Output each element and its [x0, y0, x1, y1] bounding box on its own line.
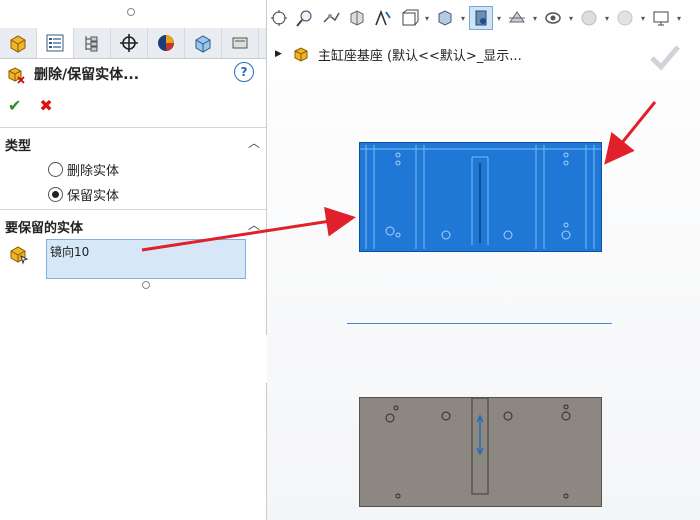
configuration-manager-icon[interactable]: [74, 28, 111, 58]
radio-keep-bodies[interactable]: 保留实体: [48, 185, 119, 204]
dropdown-arrow-icon[interactable]: ▾: [603, 14, 611, 23]
expand-arrow-icon[interactable]: ▶: [275, 49, 282, 59]
property-manager-panel: 删除/保留实体... ? ✔ ✖ 类型 ︿ 删除实体 保留实体 要保留的实体 ︿…: [0, 0, 267, 520]
dropdown-arrow-icon[interactable]: ▾: [675, 14, 683, 23]
dimxpert-icon[interactable]: [111, 28, 148, 58]
display-style-icon[interactable]: [433, 6, 457, 30]
manager-tabs: [0, 28, 266, 59]
collapse-keep-group-icon[interactable]: ︿: [248, 216, 260, 233]
dropdown-arrow-icon[interactable]: ▾: [423, 14, 431, 23]
ok-button[interactable]: ✔: [8, 96, 21, 115]
action-buttons: ✔ ✖: [8, 96, 53, 115]
monitor-icon[interactable]: [649, 6, 673, 30]
radio-label: 删除实体: [67, 164, 120, 179]
panel-title: 删除/保留实体...: [34, 67, 140, 83]
dropdown-arrow-icon[interactable]: ▾: [531, 14, 539, 23]
graphics-area[interactable]: ▾ ▾ ▾ ▾ ▾ ▾ ▾ ▾ ▶ 主缸座基座 (默认<<默认>_显示...: [267, 0, 700, 520]
type-group-title: 类型: [5, 139, 32, 154]
edit-appearance-icon[interactable]: [505, 6, 529, 30]
solid-body-icon: [10, 246, 29, 265]
dropdown-arrow-icon[interactable]: ▾: [567, 14, 575, 23]
dynamic-annotation-icon[interactable]: [371, 6, 395, 30]
dropdown-arrow-icon[interactable]: ▾: [639, 14, 647, 23]
bodies-to-keep-list[interactable]: 镜向10: [46, 239, 246, 279]
part-name: 主缸座基座 (默认<<默认>_显示...: [317, 48, 522, 64]
splitter-grip[interactable]: [127, 8, 135, 16]
part-icon: [294, 47, 308, 62]
hide-show-items-icon[interactable]: [469, 6, 493, 30]
property-manager-icon[interactable]: [37, 28, 74, 58]
zoom-area-icon[interactable]: [293, 6, 317, 30]
help-button[interactable]: ?: [234, 62, 254, 82]
radio-circle[interactable]: [48, 162, 63, 177]
apply-scene-icon[interactable]: [541, 6, 565, 30]
zoom-to-fit-icon[interactable]: [267, 6, 291, 30]
cam-icon[interactable]: [185, 28, 222, 58]
more-tabs-icon[interactable]: [222, 28, 259, 58]
heads-up-toolbar: ▾ ▾ ▾ ▾ ▾ ▾ ▾ ▾: [267, 4, 683, 32]
body-base[interactable]: [359, 397, 602, 507]
divider: [0, 209, 266, 210]
radio-label: 保留实体: [67, 189, 120, 204]
view-orientation-icon[interactable]: [397, 6, 421, 30]
divider: [0, 127, 266, 128]
display-manager-icon[interactable]: [148, 28, 185, 58]
collapse-type-group-icon[interactable]: ︿: [248, 134, 260, 151]
radio-delete-bodies[interactable]: 删除实体: [48, 160, 119, 179]
render-tools-icon[interactable]: [613, 6, 637, 30]
feature-manager-icon[interactable]: [0, 28, 37, 58]
list-resize-grip[interactable]: [142, 281, 150, 289]
radio-circle-selected[interactable]: [48, 187, 63, 202]
dropdown-arrow-icon[interactable]: ▾: [459, 14, 467, 23]
selected-body-mirror10[interactable]: [359, 142, 602, 252]
dropdown-arrow-icon[interactable]: ▾: [495, 14, 503, 23]
view-settings-icon[interactable]: [577, 6, 601, 30]
section-view-icon[interactable]: [345, 6, 369, 30]
confirm-corner-check-icon[interactable]: [648, 42, 682, 72]
cancel-button[interactable]: ✖: [39, 96, 52, 115]
keep-group-title: 要保留的实体: [5, 221, 84, 236]
feature-tree-root[interactable]: ▶ 主缸座基座 (默认<<默认>_显示...: [275, 44, 522, 64]
previous-view-icon[interactable]: [319, 6, 343, 30]
list-item[interactable]: 镜向10: [50, 243, 89, 260]
edge-line[interactable]: [347, 323, 612, 324]
delete-keep-body-icon: [8, 67, 25, 84]
panel-header: 删除/保留实体... ?: [6, 62, 260, 86]
